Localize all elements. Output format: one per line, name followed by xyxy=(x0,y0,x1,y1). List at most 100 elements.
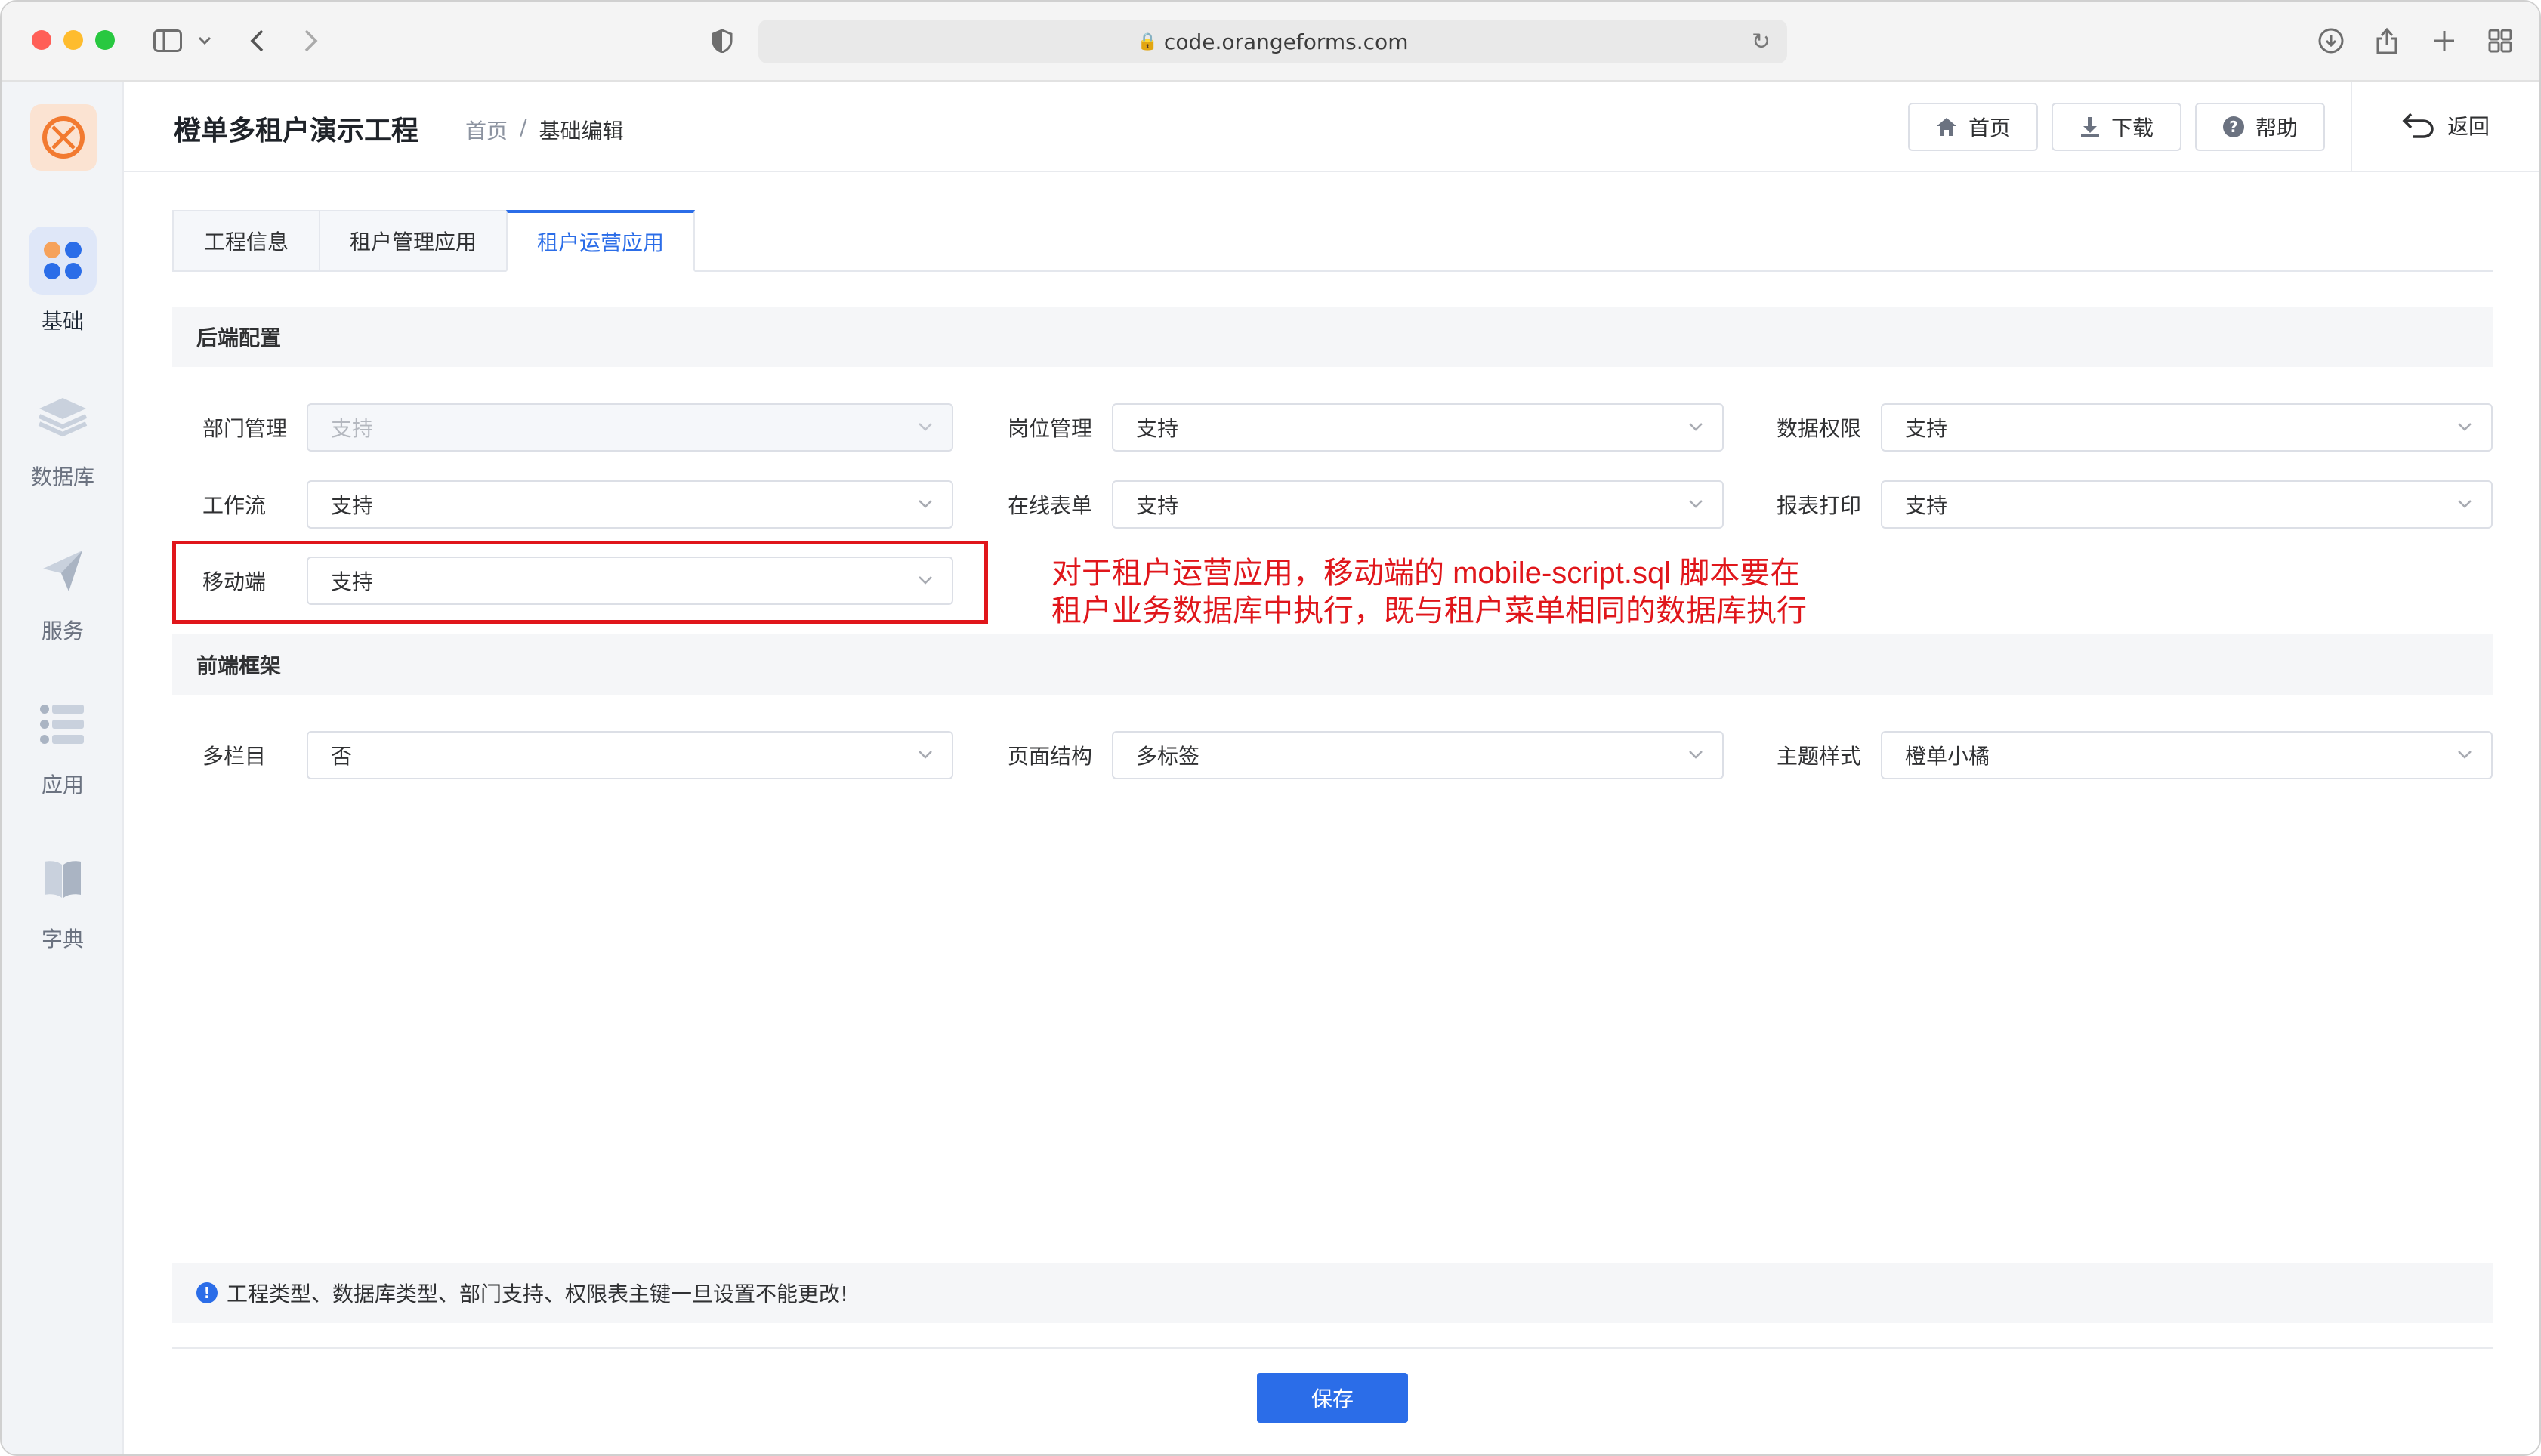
chevron-down-icon xyxy=(1689,751,1703,759)
info-icon: ! xyxy=(196,1282,218,1303)
sidebar-item-database[interactable]: 数据库 xyxy=(2,382,124,511)
chevron-down-icon xyxy=(1689,500,1703,508)
multi-column-label: 多栏目 xyxy=(202,744,267,769)
report-print-value: 支持 xyxy=(1905,493,1948,518)
post-value: 支持 xyxy=(1136,416,1179,441)
undo-arrow-icon xyxy=(2402,113,2434,138)
report-print-label: 报表打印 xyxy=(1777,493,1862,518)
annotation-note: 对于租户运营应用，移动端的 mobile-script.sql 脚本要在 租户业… xyxy=(1051,554,1807,630)
tab-project-info[interactable]: 工程信息 xyxy=(172,210,320,272)
sidebar-item-label: 数据库 xyxy=(30,464,94,489)
page-structure-label: 页面结构 xyxy=(1008,744,1093,769)
multi-column-select[interactable]: 否 xyxy=(307,731,953,779)
sidebar-toggle-icon[interactable] xyxy=(150,21,186,60)
download-button[interactable]: 下载 xyxy=(2052,103,2181,151)
sidebar-item-label: 服务 xyxy=(41,618,84,643)
sidebar-item-apps[interactable]: 应用 xyxy=(2,690,124,819)
privacy-shield-icon[interactable] xyxy=(707,21,737,60)
chevron-down-icon xyxy=(919,500,932,508)
data-perm-label: 数据权限 xyxy=(1777,416,1862,441)
annotation-line-1: 对于租户运营应用，移动端的 mobile-script.sql 脚本要在 xyxy=(1051,557,1801,590)
share-icon[interactable] xyxy=(2372,21,2402,60)
url-text: code.orangeforms.com xyxy=(1163,29,1409,54)
data-perm-value: 支持 xyxy=(1905,416,1948,441)
project-title: 橙单多租户演示工程 xyxy=(174,116,419,147)
chevron-down-icon[interactable] xyxy=(195,21,215,60)
help-icon: ? xyxy=(2222,116,2244,137)
online-form-select[interactable]: 支持 xyxy=(1112,480,1724,529)
maximize-window-button[interactable] xyxy=(95,30,115,50)
breadcrumb: 首页 / 基础编辑 xyxy=(465,115,623,145)
dept-label: 部门管理 xyxy=(202,416,288,441)
page-structure-select[interactable]: 多标签 xyxy=(1112,731,1724,779)
lock-icon: 🔒 xyxy=(1137,32,1158,51)
chevron-down-icon xyxy=(2458,500,2472,508)
warning-notice: ! 工程类型、数据库类型、部门支持、权限表主键一旦设置不能更改! xyxy=(172,1263,2493,1323)
theme-select[interactable]: 橙单小橘 xyxy=(1881,731,2493,779)
dept-select: 支持 xyxy=(307,403,953,452)
close-window-button[interactable] xyxy=(32,30,51,50)
page-header: 橙单多租户演示工程 首页 / 基础编辑 首页 下载 ? 帮助 返回 xyxy=(124,82,2539,172)
workflow-label: 工作流 xyxy=(202,493,267,518)
home-icon xyxy=(1936,118,1956,136)
home-button[interactable]: 首页 xyxy=(1908,103,2038,151)
sidebar-item-service[interactable]: 服务 xyxy=(2,536,124,665)
chevron-down-icon xyxy=(2458,423,2472,431)
multi-column-value: 否 xyxy=(331,744,353,769)
notice-text: 工程类型、数据库类型、部门支持、权限表主键一旦设置不能更改! xyxy=(227,1282,849,1306)
workflow-field: 工作流 支持 xyxy=(172,480,953,529)
svg-text:?: ? xyxy=(2229,118,2238,136)
browser-window: 🔒 code.orangeforms.com ↻ 基础 数据库 服务 应用 字典… xyxy=(0,0,2541,1456)
online-form-field: 在线表单 支持 xyxy=(977,480,1724,529)
data-perm-select[interactable]: 支持 xyxy=(1881,403,2493,452)
breadcrumb-home-link[interactable]: 首页 xyxy=(465,115,508,145)
app-logo[interactable] xyxy=(30,104,97,171)
data-perm-field: 数据权限 支持 xyxy=(1746,403,2493,452)
sidebar-item-dictionary[interactable]: 字典 xyxy=(2,844,124,973)
sidebar-item-label: 基础 xyxy=(41,309,84,334)
workflow-select[interactable]: 支持 xyxy=(307,480,953,529)
post-field: 岗位管理 支持 xyxy=(977,403,1724,452)
page-structure-value: 多标签 xyxy=(1136,744,1200,769)
address-bar[interactable]: 🔒 code.orangeforms.com ↻ xyxy=(758,20,1787,63)
dept-value: 支持 xyxy=(331,416,374,441)
minimize-window-button[interactable] xyxy=(63,30,83,50)
back-nav-icon[interactable] xyxy=(242,21,272,60)
section-frontend-framework: 前端框架 xyxy=(172,634,2493,695)
orange-logo-icon xyxy=(42,116,85,159)
breadcrumb-current: 基础编辑 xyxy=(539,119,624,143)
download-manager-icon[interactable] xyxy=(2316,21,2346,60)
annotation-highlight-box xyxy=(172,541,988,624)
browser-toolbar: 🔒 code.orangeforms.com ↻ xyxy=(2,2,2539,82)
home-button-label: 首页 xyxy=(1968,116,2011,140)
tab-tenant-admin-app[interactable]: 租户管理应用 xyxy=(319,210,508,272)
chevron-down-icon xyxy=(919,751,932,759)
multi-column-field: 多栏目 否 xyxy=(172,731,953,779)
book-icon xyxy=(29,844,97,912)
layers-icon xyxy=(29,382,97,450)
grid-apps-icon xyxy=(29,227,97,295)
new-tab-icon[interactable] xyxy=(2429,21,2459,60)
reload-icon[interactable]: ↻ xyxy=(1752,29,1771,55)
download-icon xyxy=(2080,117,2099,137)
sidebar-item-basic[interactable]: 基础 xyxy=(2,227,124,355)
back-button[interactable]: 返回 xyxy=(2402,110,2490,140)
back-button-label: 返回 xyxy=(2447,114,2490,139)
forward-nav-icon[interactable] xyxy=(296,21,326,60)
workflow-value: 支持 xyxy=(331,493,374,518)
post-label: 岗位管理 xyxy=(1008,416,1093,441)
report-print-select[interactable]: 支持 xyxy=(1881,480,2493,529)
dept-field: 部门管理 支持 xyxy=(172,403,953,452)
save-button[interactable]: 保存 xyxy=(1257,1373,1408,1423)
send-icon xyxy=(29,536,97,604)
section-backend-config: 后端配置 xyxy=(172,307,2493,367)
chevron-down-icon xyxy=(2458,751,2472,759)
footer-divider xyxy=(172,1347,2493,1349)
chevron-down-icon xyxy=(919,423,932,431)
tab-tenant-ops-app[interactable]: 租户运营应用 xyxy=(506,210,695,272)
tab-overview-icon[interactable] xyxy=(2485,21,2515,60)
theme-label: 主题样式 xyxy=(1777,744,1862,769)
help-button[interactable]: ? 帮助 xyxy=(2195,103,2325,151)
post-select[interactable]: 支持 xyxy=(1112,403,1724,452)
theme-value: 橙单小橘 xyxy=(1905,744,1990,769)
